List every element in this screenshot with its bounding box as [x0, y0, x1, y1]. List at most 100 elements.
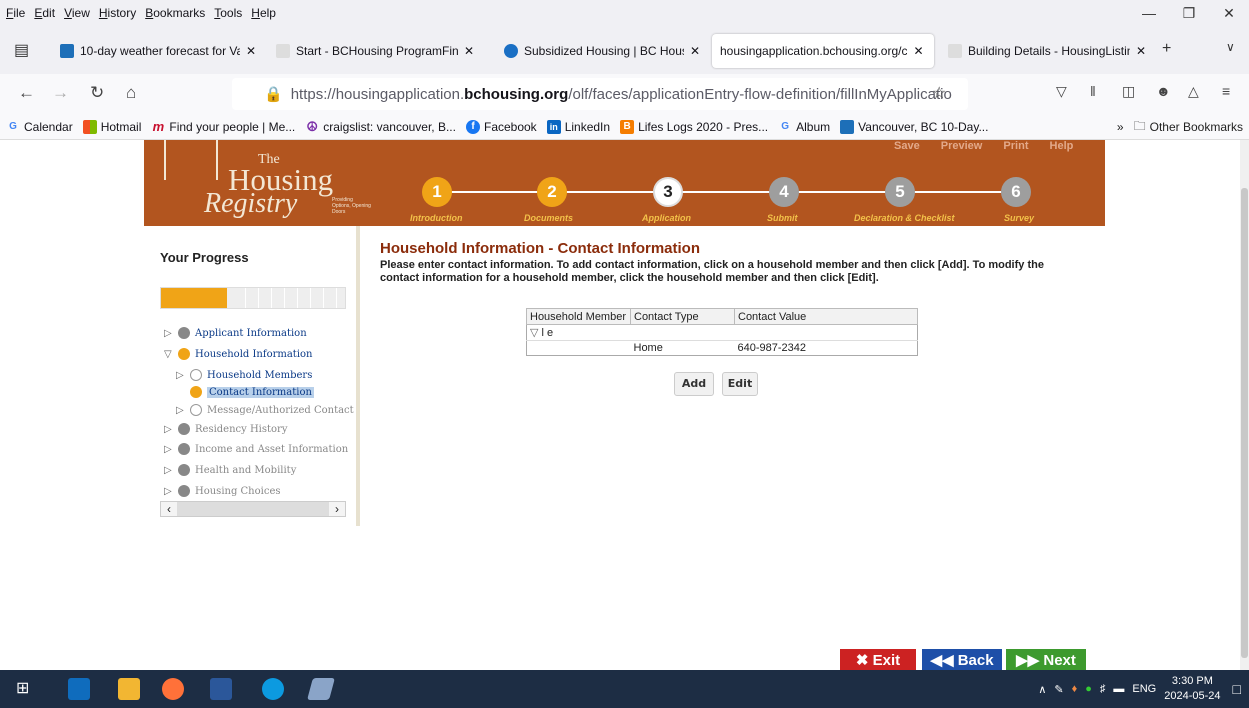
menu-file[interactable]: File — [6, 6, 25, 20]
print-link[interactable]: Print — [1003, 140, 1028, 152]
bookmark-meetup[interactable]: m Find your people | Me... — [151, 119, 296, 134]
sidebar-item-household-information[interactable]: ▽ Household Information — [164, 348, 313, 360]
sidebar-item-applicant-information[interactable]: ▷ Applicant Information — [164, 327, 307, 339]
expand-icon[interactable]: ▷ — [164, 328, 178, 339]
sidebar-item-income-and-asset-information[interactable]: ▷ Income and Asset Information — [164, 443, 348, 455]
sidebar-item-residency-history[interactable]: ▷ Residency History — [164, 423, 288, 435]
household-member-cell[interactable]: ▽ l e — [526, 324, 631, 341]
tab-housing-application[interactable]: housingapplication.bchousing.org/c ✕ — [712, 34, 934, 68]
battery-icon[interactable]: ▬ — [1113, 683, 1124, 695]
account-icon[interactable]: ☻ — [1156, 83, 1171, 99]
bookmark-album[interactable]: G Album — [778, 120, 830, 134]
expand-icon[interactable]: ▷ — [164, 465, 178, 476]
close-tab-icon[interactable]: ✕ — [1136, 44, 1146, 58]
help-link[interactable]: Help — [1050, 140, 1074, 152]
edge-icon[interactable] — [262, 678, 284, 700]
table-row[interactable]: Home 640-987-2342 — [526, 340, 918, 356]
shield-tray-icon[interactable]: ♦ — [1072, 683, 1078, 695]
expand-icon[interactable]: ▷ — [176, 370, 190, 381]
page-vertical-scrollbar[interactable] — [1240, 140, 1249, 670]
tab-bchousing-start[interactable]: Start - BCHousing ProgramFind ✕ — [268, 34, 482, 68]
word-icon[interactable] — [210, 678, 232, 700]
reload-icon[interactable]: ↻ — [90, 83, 104, 103]
file-explorer-icon[interactable] — [118, 678, 140, 700]
step-6-circle: 6 — [1001, 177, 1031, 207]
hamburger-menu-icon[interactable]: ≡ — [1222, 83, 1230, 99]
firefox-icon[interactable] — [162, 678, 184, 700]
bookmark-craigslist[interactable]: ☮ craigslist: vancouver, B... — [305, 119, 456, 134]
close-icon[interactable]: ✕ — [1209, 0, 1249, 26]
notification-icon[interactable]: □ — [1233, 681, 1241, 697]
sidebar-item-housing-choices[interactable]: ▷ Housing Choices — [164, 485, 281, 497]
scrollbar-thumb[interactable] — [1241, 188, 1248, 658]
expand-icon[interactable]: ▷ — [164, 486, 178, 497]
table-row-member[interactable]: ▽ l e — [526, 324, 918, 341]
security-icon[interactable]: ● — [1085, 683, 1092, 695]
scroll-right-icon[interactable]: › — [329, 502, 345, 516]
expand-icon[interactable]: ▷ — [164, 444, 178, 455]
volume-icon[interactable]: ♯ — [1100, 683, 1106, 695]
sidebar-item-health-and-mobility[interactable]: ▷ Health and Mobility — [164, 464, 296, 476]
collapse-icon[interactable]: ▽ — [530, 327, 542, 339]
close-tab-icon[interactable]: ✕ — [464, 44, 474, 58]
other-bookmarks[interactable]: » 🗀 Other Bookmarks — [1117, 114, 1243, 140]
language-indicator[interactable]: ENG — [1132, 683, 1156, 695]
bookmark-linkedin[interactable]: in LinkedIn — [546, 119, 611, 134]
chevron-down-icon[interactable]: ∨ — [1226, 40, 1235, 54]
clock[interactable]: 3:30 PM 2024-05-24 — [1164, 674, 1220, 704]
menu-history[interactable]: History — [99, 6, 136, 20]
home-icon[interactable]: ⌂ — [126, 83, 136, 103]
library-icon[interactable]: ‖ — [1090, 83, 1096, 99]
bookmark-lifes-logs[interactable]: B Lifes Logs 2020 - Pres... — [620, 119, 768, 134]
scroll-left-icon[interactable]: ‹ — [161, 502, 177, 516]
star-icon[interactable]: ☆ — [932, 83, 946, 103]
menu-help[interactable]: Help — [251, 6, 276, 20]
sidebar-horizontal-scrollbar[interactable]: ‹ › — [160, 501, 346, 517]
bookmark-hotmail[interactable]: Hotmail — [82, 119, 141, 134]
save-link[interactable]: Save — [894, 140, 920, 152]
outlook-icon[interactable] — [68, 678, 90, 700]
bookmark-calendar[interactable]: G Calendar — [6, 120, 73, 134]
edit-button[interactable]: Edit — [722, 372, 758, 396]
pocket-icon[interactable]: ▽ — [1056, 83, 1067, 100]
expand-icon[interactable]: ▷ — [176, 405, 190, 416]
extensions-icon[interactable]: △ — [1188, 83, 1199, 100]
forward-arrow-icon[interactable]: → — [52, 83, 69, 103]
restore-icon[interactable]: ❐ — [1169, 0, 1209, 26]
close-tab-icon[interactable]: ✕ — [246, 44, 256, 58]
expand-icon[interactable]: ▷ — [164, 424, 178, 435]
bookmark-vancouver-weather[interactable]: Vancouver, BC 10-Day... — [840, 119, 988, 134]
sidebar-item-message-authorized-contact[interactable]: ▷ Message/Authorized Contact — [176, 404, 354, 416]
step-4-label: Submit — [767, 213, 798, 223]
collapse-icon[interactable]: ▽ — [164, 349, 178, 360]
chevron-up-icon[interactable]: ∧ — [1038, 683, 1046, 696]
menu-tools[interactable]: Tools — [214, 6, 242, 20]
close-tab-icon[interactable]: ✕ — [913, 44, 923, 58]
bookmark-facebook[interactable]: f Facebook — [465, 119, 537, 134]
close-tab-icon[interactable]: ✕ — [690, 44, 700, 58]
back-arrow-icon[interactable]: ← — [18, 83, 35, 103]
tab-building-details[interactable]: Building Details - HousingListin ✕ — [940, 34, 1154, 68]
sidebar-icon[interactable]: ◫ — [1122, 83, 1135, 100]
menu-bookmarks[interactable]: Bookmarks — [145, 6, 205, 20]
menu-view[interactable]: View — [64, 6, 90, 20]
menu-edit[interactable]: Edit — [34, 6, 55, 20]
chevron-right-icon[interactable]: » — [1117, 120, 1124, 134]
pen-icon[interactable]: ✎ — [1054, 683, 1063, 696]
minimize-icon[interactable]: — — [1129, 0, 1169, 26]
bookmark-label: LinkedIn — [564, 119, 611, 134]
tab-weather[interactable]: 10-day weather forecast for Van ✕ — [52, 34, 264, 68]
add-button[interactable]: Add — [674, 372, 714, 396]
status-icon — [178, 423, 190, 435]
url-bar[interactable]: 🔒 https://housingapplication. bchousing.o… — [232, 78, 968, 110]
sidebar-item-contact-information[interactable]: Contact Information — [190, 386, 314, 398]
bookmark-label: Album — [796, 119, 831, 134]
windows-start-icon[interactable]: ⊞ — [16, 678, 38, 700]
new-tab-icon[interactable]: + — [1162, 40, 1171, 58]
sidebar-item-household-members[interactable]: ▷ Household Members — [176, 369, 312, 381]
tab-list-icon[interactable]: ▤ — [14, 40, 29, 60]
app-icon[interactable] — [307, 678, 335, 700]
tab-subsidized-housing[interactable]: Subsidized Housing | BC Housin ✕ — [496, 34, 708, 68]
preview-link[interactable]: Preview — [941, 140, 983, 152]
contact-table: Household Member Contact Type Contact Va… — [526, 308, 918, 356]
